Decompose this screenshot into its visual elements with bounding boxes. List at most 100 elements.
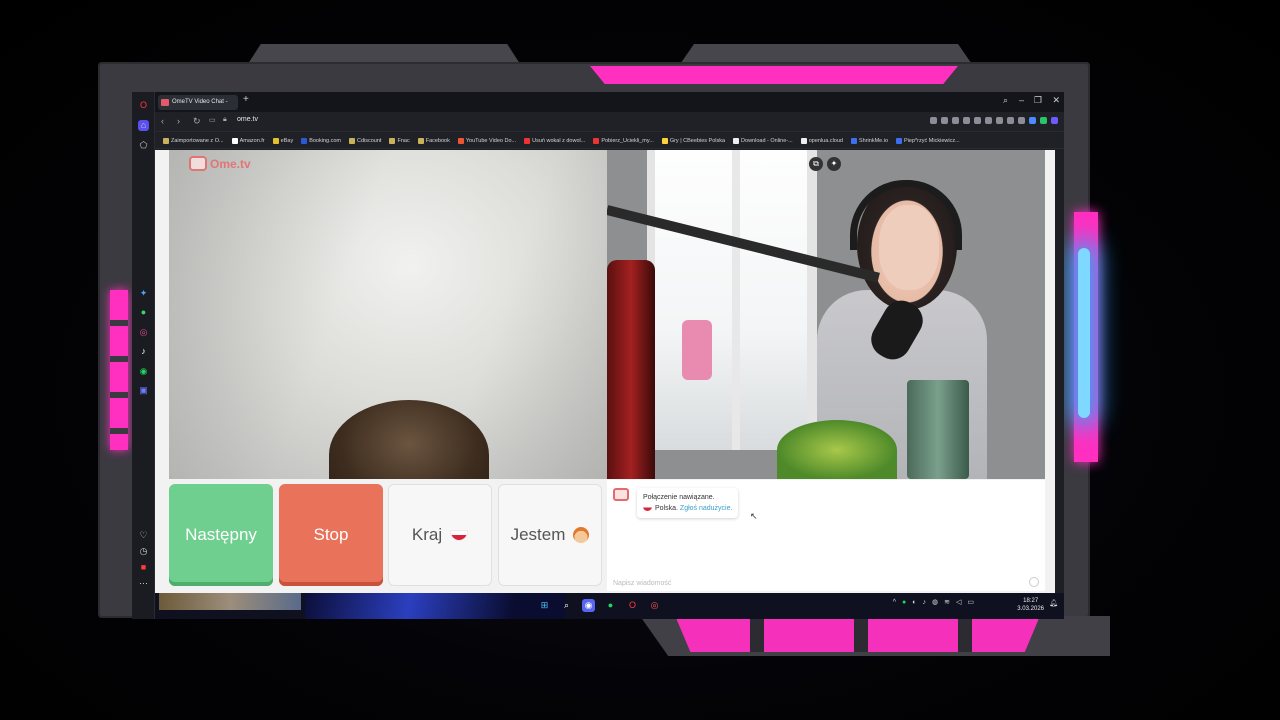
extensions-toolbar: [930, 117, 1058, 124]
bookmarks-bar: Zaimportowane z O... Amazon.fr eBay Book…: [155, 133, 1064, 149]
message-input[interactable]: Napisz wiadomość: [613, 580, 671, 587]
system-message: Połączenie nawiązane. Polska. Zgłoś nadu…: [637, 488, 739, 518]
notification-icon[interactable]: 🔔︎: [1049, 599, 1058, 607]
browser-sidebar: O ⌂ ⬠ ✦ ● ◎ ♪ ◉ ▣ ♡ ◷ ■ ⋯: [132, 92, 155, 619]
windows-start-icon[interactable]: ⊞: [538, 599, 551, 612]
extension-icon[interactable]: [952, 117, 959, 124]
tab-bar: OmeTV Video Chat - + ⌕ – ❐ ✕: [155, 92, 1064, 112]
spotify-taskbar-icon[interactable]: ●: [604, 599, 617, 612]
whatsapp-icon[interactable]: ●: [138, 307, 149, 318]
next-button[interactable]: Następny: [169, 484, 273, 586]
chevron-up-icon[interactable]: ^: [893, 599, 896, 606]
restore-icon[interactable]: ❐: [1034, 95, 1042, 106]
mic-tray-icon[interactable]: ♪: [923, 599, 927, 606]
boy-emoji-icon: [573, 527, 590, 543]
site-info-icon[interactable]: ▭: [209, 116, 216, 124]
ai-icon[interactable]: [1051, 117, 1058, 124]
overlay-neon-bottom: [675, 616, 1040, 652]
search-icon[interactable]: ⌕: [1003, 95, 1008, 106]
extension-icon[interactable]: [941, 117, 948, 124]
ometv-logo: Ome.tv: [189, 156, 251, 171]
popout-video-icon[interactable]: ⧉: [809, 157, 823, 171]
effects-icon[interactable]: ✦: [827, 157, 841, 171]
bookmark-item[interactable]: Cdiscount: [349, 137, 381, 144]
discord-taskbar-icon[interactable]: ◉: [582, 599, 595, 612]
extension-icon[interactable]: [985, 117, 992, 124]
network-tray-icon[interactable]: ◍: [932, 598, 938, 606]
tab-ometv[interactable]: OmeTV Video Chat -: [158, 95, 238, 110]
tiktok-icon[interactable]: ♪: [138, 346, 149, 357]
close-icon[interactable]: ✕: [1052, 95, 1060, 106]
overlay-blue-light: [1078, 248, 1090, 418]
local-video: Ome.tv: [169, 150, 607, 479]
stop-button[interactable]: Stop: [279, 484, 383, 586]
home-icon[interactable]: ⌂: [138, 120, 149, 131]
forward-icon[interactable]: ›: [177, 116, 180, 126]
mouse-cursor-icon: ↖: [750, 511, 758, 521]
speed-dial-icon[interactable]: ⬠: [138, 140, 149, 151]
history-icon[interactable]: ◷: [138, 546, 149, 557]
extension-icon[interactable]: [974, 117, 981, 124]
extension-icon[interactable]: [963, 117, 970, 124]
instagram-icon[interactable]: ◎: [138, 327, 149, 338]
more-icon[interactable]: ⋯: [138, 578, 149, 589]
reload-icon[interactable]: ↻: [193, 116, 201, 127]
tab-title: OmeTV Video Chat -: [172, 99, 228, 105]
volume-icon[interactable]: ◁: [956, 598, 961, 606]
bookmark-item[interactable]: openlua.cloud: [800, 137, 843, 144]
spotify-icon[interactable]: ◉: [138, 366, 149, 377]
vpn-icon[interactable]: [1029, 117, 1036, 124]
bookmark-item[interactable]: Zaimportowane z O...: [163, 137, 224, 144]
steam-tray-icon[interactable]: ◐: [912, 599, 916, 606]
browser-window: O ⌂ ⬠ ✦ ● ◎ ♪ ◉ ▣ ♡ ◷ ■ ⋯ OmeTV Video Ch…: [132, 92, 1064, 619]
spotify-tray-icon[interactable]: ●: [902, 599, 906, 606]
report-abuse-link[interactable]: Zgłoś nadużycie.: [680, 505, 733, 512]
url-field[interactable]: ome.tv: [237, 116, 258, 123]
back-icon[interactable]: ‹: [161, 116, 164, 126]
opera-logo-icon[interactable]: O: [138, 100, 149, 111]
lock-icon: 🔒︎: [223, 116, 227, 123]
bookmark-item[interactable]: Amazon.fr: [231, 137, 265, 144]
bookmark-item[interactable]: Fnac: [389, 137, 410, 144]
taskbar-thumbnail: [159, 593, 301, 610]
bookmark-item[interactable]: Booking.com: [301, 137, 341, 144]
extension-icon[interactable]: [996, 117, 1003, 124]
heart-icon[interactable]: ♡: [138, 530, 149, 541]
country-button[interactable]: Kraj: [388, 484, 492, 586]
ometv-page: Ome.tv ⧉ ✦ Następny Stop Kraj Jestem Poł…: [155, 150, 1055, 593]
discord-icon[interactable]: ▣: [138, 385, 149, 396]
gender-button[interactable]: Jestem: [498, 484, 602, 586]
stream-overlay: O ⌂ ⬠ ✦ ● ◎ ♪ ◉ ▣ ♡ ◷ ■ ⋯ OmeTV Video Ch…: [0, 0, 1280, 720]
wifi-icon[interactable]: ≋: [944, 598, 950, 606]
remote-video: ⧉ ✦: [607, 150, 1045, 479]
overlay-neon-left: [110, 290, 128, 450]
tv-logo-icon: [189, 156, 207, 171]
extension-icon[interactable]: [930, 117, 937, 124]
box-icon[interactable]: ■: [138, 562, 149, 573]
minimize-icon[interactable]: –: [1019, 95, 1024, 105]
extension-icon[interactable]: [1018, 117, 1025, 124]
chat-panel: Połączenie nawiązane. Polska. Zgłoś nadu…: [607, 480, 1045, 591]
bookmark-item[interactable]: Facebook: [417, 137, 450, 144]
obs-taskbar-icon[interactable]: ◎: [648, 599, 661, 612]
battery-icon[interactable]: ▭: [967, 598, 974, 606]
taskbar-search-icon[interactable]: ⌕: [560, 599, 573, 612]
poland-flag-icon: [450, 529, 469, 541]
poland-flag-icon: [643, 505, 652, 512]
bookmark-item[interactable]: eBay: [272, 137, 293, 144]
ometv-tab-icon: [161, 99, 169, 106]
new-tab-icon[interactable]: +: [243, 94, 249, 105]
taskbar-clock[interactable]: 18:27 3.03.2026: [1017, 597, 1044, 613]
bookmark-item[interactable]: ShrinkMe.io: [850, 137, 888, 144]
opera-taskbar-icon[interactable]: O: [626, 599, 639, 612]
adblock-icon[interactable]: [1040, 117, 1047, 124]
bookmark-item[interactable]: YouTube Video Do...: [457, 137, 516, 144]
extension-icon[interactable]: [1007, 117, 1014, 124]
bookmark-item[interactable]: Piep*rzyć Mickiewicz...: [896, 137, 960, 144]
messenger-icon[interactable]: ✦: [138, 288, 149, 299]
bookmark-item[interactable]: Usuń wokal z dowol...: [524, 137, 585, 144]
emoji-icon[interactable]: [1029, 577, 1039, 587]
bookmark-item[interactable]: Download - Online-...: [733, 137, 793, 144]
bookmark-item[interactable]: Pobierz_Uciekli_my...: [593, 137, 654, 144]
bookmark-item[interactable]: Gry | CBeebies Polska: [661, 137, 725, 144]
